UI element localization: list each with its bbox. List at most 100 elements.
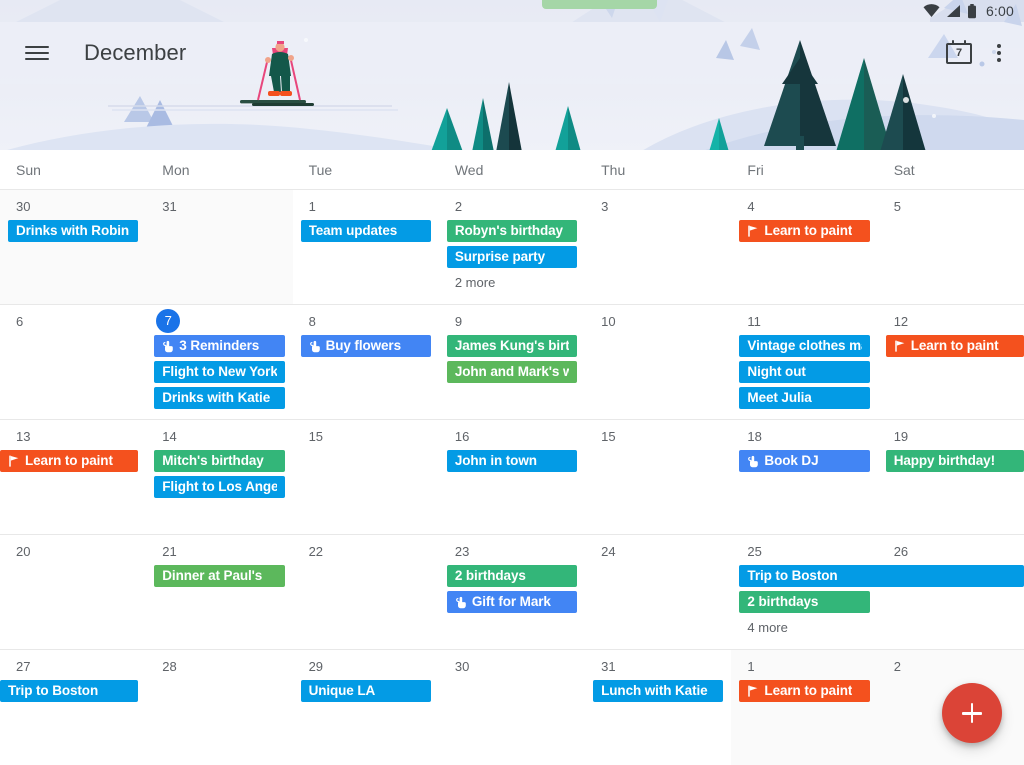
day-number: 1 <box>747 659 755 674</box>
day-number: 2 <box>454 199 463 214</box>
event-chip-reminder[interactable]: 3 Reminders <box>154 335 285 357</box>
day-cell[interactable]: 8 <box>292 305 439 419</box>
day-cell[interactable]: 1 <box>292 190 439 304</box>
day-number: 16 <box>454 429 470 444</box>
event-chip-event[interactable]: Dinner at Paul's <box>154 565 285 587</box>
day-cell[interactable]: 24 <box>585 535 732 649</box>
day-cell[interactable]: 20 <box>0 535 147 649</box>
day-cell[interactable]: 4 <box>731 190 878 304</box>
day-cell[interactable]: 22 <box>292 535 439 649</box>
event-chip-goal[interactable]: Learn to paint <box>739 220 870 242</box>
event-chip-reminder[interactable]: Gift for Mark <box>446 591 578 613</box>
today-date-badge: 7 <box>156 309 181 333</box>
day-cell[interactable]: 30 <box>0 190 147 304</box>
event-chip-label: Mitch's birthday <box>162 453 264 468</box>
more-events-link[interactable]: 2 more <box>455 275 495 291</box>
event-chip-birthday[interactable]: James Kung's birth <box>446 335 578 357</box>
week-row: 13 14 15 16 15 18 19 Learn to paint Mitch's birt… <box>0 420 1024 535</box>
event-chip-event[interactable]: Trip to Boston <box>0 680 139 702</box>
day-number: 25 <box>747 544 762 559</box>
day-cell[interactable]: 29 <box>292 650 439 765</box>
weekday-label-thu: Thu <box>601 161 626 178</box>
event-chip-birthday[interactable]: Robyn's birthday <box>446 220 578 242</box>
event-chip-event[interactable]: John in town <box>446 450 578 472</box>
week-row: 20 21 22 23 24 25 4 more 26 Dinner at Paul's 2 bi… <box>0 535 1024 650</box>
event-chip-label: Night out <box>747 364 806 379</box>
day-number: 6 <box>16 314 24 329</box>
reminder-finger-icon <box>309 340 321 353</box>
reminder-finger-icon <box>162 340 174 353</box>
day-cell[interactable]: 16 <box>438 420 586 534</box>
event-chip-reminder[interactable]: Buy flowers <box>300 335 431 357</box>
event-chip-event[interactable]: John and Mark's we <box>446 361 578 383</box>
event-chip-reminder[interactable]: Book DJ <box>739 450 870 472</box>
event-chip-event[interactable]: Team updates <box>300 220 431 242</box>
weekday-label-wed: Wed <box>454 161 484 178</box>
day-cell[interactable]: 31 <box>146 190 293 304</box>
event-chip-event[interactable]: Surprise party <box>446 246 578 268</box>
day-cell[interactable]: 15 <box>585 420 732 534</box>
status-bar-clock: 6:00 <box>985 3 1014 19</box>
day-cell[interactable]: 19 <box>877 420 1024 534</box>
more-events-link[interactable]: 4 more <box>747 620 787 636</box>
day-number: 13 <box>16 429 31 444</box>
day-cell[interactable]: 18 <box>731 420 878 534</box>
day-cell[interactable]: 15 <box>292 420 439 534</box>
jump-to-today-icon[interactable]: 7 <box>946 40 972 66</box>
event-chip-event[interactable]: Lunch with Katie <box>593 680 724 702</box>
day-cell[interactable]: 5 <box>877 190 1024 304</box>
event-chip-event[interactable]: Meet Julia <box>739 387 870 409</box>
event-chip-event[interactable]: Night out <box>739 361 870 383</box>
day-cell[interactable]: 27 <box>0 650 147 765</box>
page-title: December <box>84 40 187 65</box>
event-chip-event[interactable]: Drinks with Katie <box>154 387 285 409</box>
goal-flag-icon <box>8 455 20 467</box>
day-number: 29 <box>308 659 324 674</box>
event-chip-birthday[interactable]: 2 birthdays <box>446 565 578 587</box>
weekday-label-mon: Mon <box>162 161 190 178</box>
day-cell[interactable]: 30 <box>438 650 586 765</box>
day-cell[interactable]: 26 <box>877 535 1024 649</box>
day-number: 4 <box>747 199 755 214</box>
event-chip-label: Meet Julia <box>747 390 812 405</box>
day-number: 22 <box>308 544 324 559</box>
day-cell[interactable]: 12 <box>877 305 1024 419</box>
day-cell[interactable]: 3 <box>585 190 732 304</box>
day-cell[interactable]: 21 <box>146 535 293 649</box>
event-chip-event[interactable]: Vintage clothes ma <box>739 335 870 357</box>
app-bar: December 7 <box>0 22 1024 84</box>
event-chip-birthday[interactable]: 2 birthdays <box>739 591 870 613</box>
hamburger-menu-icon[interactable] <box>20 36 54 70</box>
overflow-menu-icon[interactable] <box>988 40 1010 66</box>
event-chip-label: John and Mark's we <box>454 364 570 379</box>
day-cell[interactable]: 28 <box>146 650 293 765</box>
app-bar-actions: 7 <box>946 40 1010 66</box>
event-chip-birthday[interactable]: Happy birthday! <box>885 450 1024 472</box>
day-cell[interactable]: 1 <box>731 650 878 765</box>
event-chip-label: 3 Reminders <box>179 338 260 353</box>
event-chip-label: James Kung's birth <box>454 338 570 353</box>
event-chip-label: Learn to paint <box>764 683 853 698</box>
event-chip-goal[interactable]: Learn to paint <box>885 335 1024 357</box>
day-cell[interactable]: 6 <box>0 305 147 419</box>
event-chip-label: Trip to Boston <box>747 568 838 583</box>
event-chip-goal[interactable]: Learn to paint <box>0 450 139 472</box>
event-chip-goal[interactable]: Learn to paint <box>739 680 870 702</box>
day-cell[interactable]: 10 <box>585 305 732 419</box>
reminder-finger-icon <box>747 455 759 468</box>
event-chip-event[interactable]: Flight to New York <box>154 361 285 383</box>
event-chip-label: John in town <box>454 453 537 468</box>
event-chip-birthday[interactable]: Mitch's birthday <box>154 450 285 472</box>
event-chip-event[interactable]: Unique LA <box>300 680 431 702</box>
goal-flag-icon <box>894 340 906 352</box>
event-chip-label: Learn to paint <box>764 223 853 238</box>
event-chip-label: Surprise party <box>454 249 545 264</box>
day-cell[interactable]: 31 <box>585 650 732 765</box>
event-chip-event[interactable]: Drinks with Robin <box>8 220 139 242</box>
day-cell[interactable]: 13 <box>0 420 147 534</box>
create-event-fab[interactable] <box>942 683 1002 743</box>
event-chip-event[interactable]: Flight to Los Angele <box>154 476 285 498</box>
day-number: 28 <box>162 659 177 674</box>
event-chip-event[interactable]: Trip to Boston <box>739 565 1024 587</box>
event-chip-label: 2 birthdays <box>747 594 819 609</box>
